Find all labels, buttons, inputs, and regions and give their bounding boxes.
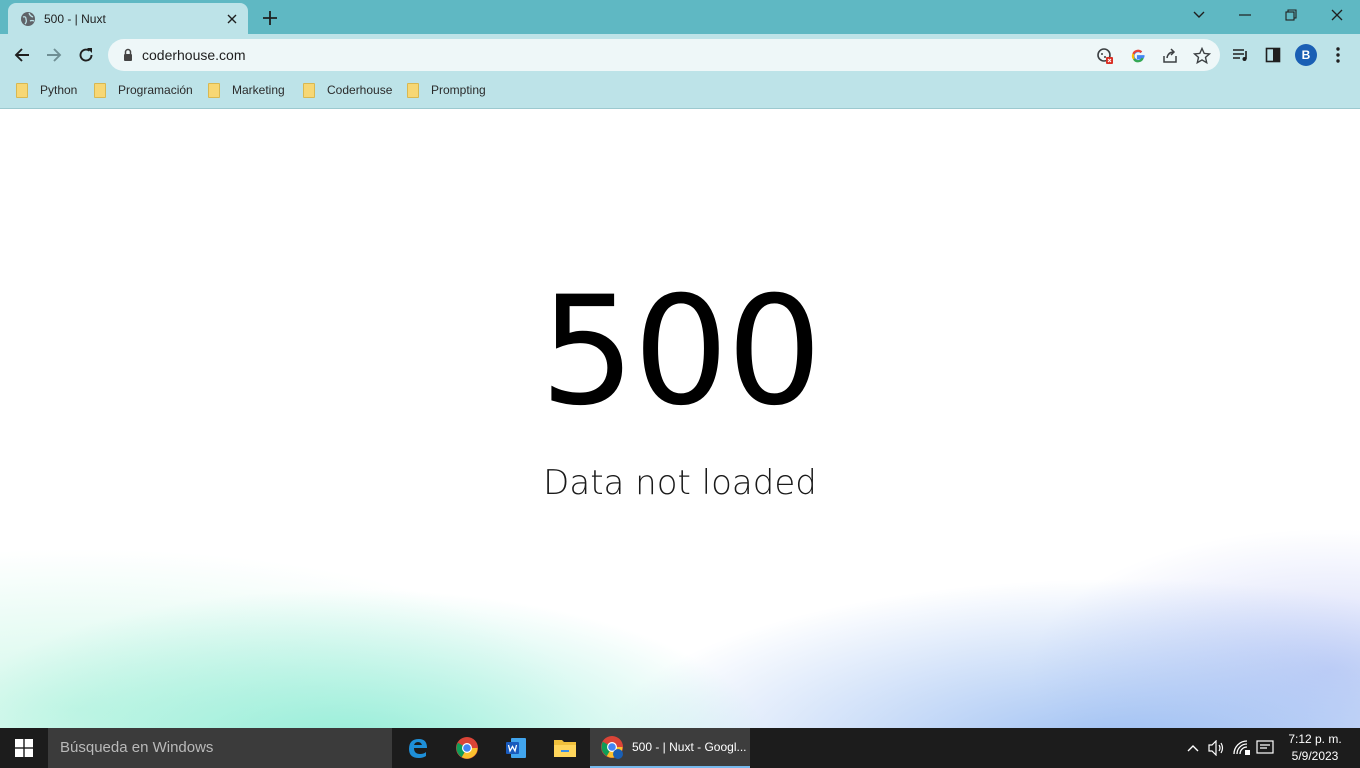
blocked-cookies-icon[interactable] <box>1096 47 1114 65</box>
file-explorer-icon[interactable] <box>541 728 589 768</box>
clock-time: 7:12 p. m. <box>1288 732 1342 746</box>
google-translate-icon[interactable] <box>1129 47 1147 65</box>
bookmarks-bar: Python Programación Marketing Coderhouse… <box>0 76 1360 109</box>
new-tab-icon[interactable] <box>260 8 280 28</box>
network-icon[interactable] <box>1232 738 1252 758</box>
share-icon[interactable] <box>1161 47 1179 65</box>
bookmark-label: Prompting <box>431 83 486 97</box>
lock-icon[interactable] <box>120 47 136 63</box>
bookmark-label: Python <box>40 83 78 97</box>
error-code: 500 <box>539 265 822 439</box>
show-hidden-icons-chevron-icon[interactable] <box>1183 738 1203 758</box>
profile-avatar[interactable]: B <box>1295 44 1317 66</box>
folder-icon <box>208 82 220 98</box>
close-tab-icon[interactable] <box>224 11 240 27</box>
taskbar-clock[interactable]: 7:12 p. m. 5/9/2023 <box>1282 731 1348 765</box>
taskbar-search-box[interactable]: Búsqueda en Windows <box>48 728 392 768</box>
notifications-icon[interactable] <box>1255 738 1275 758</box>
folder-icon <box>16 82 28 98</box>
windows-taskbar: Búsqueda en Windows 500 - | Nuxt - Googl… <box>0 728 1360 768</box>
globe-icon <box>20 11 36 27</box>
menu-kebab-icon[interactable] <box>1328 45 1348 65</box>
clock-date: 5/9/2023 <box>1291 749 1339 763</box>
page-content: 500 Data not loaded <box>0 109 1360 728</box>
chrome-icon[interactable] <box>443 728 491 768</box>
bookmark-folder-coderhouse[interactable]: Coderhouse <box>303 76 392 104</box>
bookmark-star-icon[interactable] <box>1193 47 1211 65</box>
reload-icon[interactable] <box>74 43 98 67</box>
bookmark-folder-programacion[interactable]: Programación <box>94 76 193 104</box>
close-window-icon[interactable] <box>1323 4 1351 26</box>
folder-icon <box>303 82 315 98</box>
browser-tab[interactable]: 500 - | Nuxt <box>8 3 248 34</box>
folder-icon <box>407 82 419 98</box>
bookmark-folder-marketing[interactable]: Marketing <box>208 76 285 104</box>
restore-icon[interactable] <box>1277 4 1305 26</box>
tab-title: 500 - | Nuxt <box>44 11 106 26</box>
bookmark-label: Coderhouse <box>327 83 393 97</box>
minimize-icon[interactable] <box>1231 4 1259 26</box>
media-controls-icon[interactable] <box>1231 45 1251 65</box>
chrome-profile-icon <box>600 735 624 759</box>
windows-start-icon[interactable] <box>0 728 48 768</box>
forward-arrow-icon[interactable] <box>42 43 66 67</box>
taskbar-active-chrome-window[interactable]: 500 - | Nuxt - Googl... <box>590 728 750 768</box>
url-text[interactable]: coderhouse.com <box>142 39 246 71</box>
back-arrow-icon[interactable] <box>10 43 34 67</box>
edge-icon[interactable] <box>394 728 442 768</box>
volume-icon[interactable] <box>1207 738 1227 758</box>
side-panel-icon[interactable] <box>1263 45 1283 65</box>
bookmark-folder-prompting[interactable]: Prompting <box>407 76 486 104</box>
active-window-label: 500 - | Nuxt - Googl... <box>632 740 747 754</box>
word-icon[interactable] <box>492 728 540 768</box>
tab-strip: 500 - | Nuxt <box>0 0 1360 34</box>
error-message: Data not loaded <box>543 463 817 503</box>
tab-search-chevron-icon[interactable] <box>1185 4 1213 26</box>
bookmark-label: Marketing <box>232 83 285 97</box>
address-bar[interactable]: coderhouse.com <box>108 39 1220 71</box>
bookmark-folder-python[interactable]: Python <box>16 76 77 104</box>
browser-toolbar: coderhouse.com B <box>0 34 1360 76</box>
bookmark-label: Programación <box>118 83 193 97</box>
folder-icon <box>94 82 106 98</box>
